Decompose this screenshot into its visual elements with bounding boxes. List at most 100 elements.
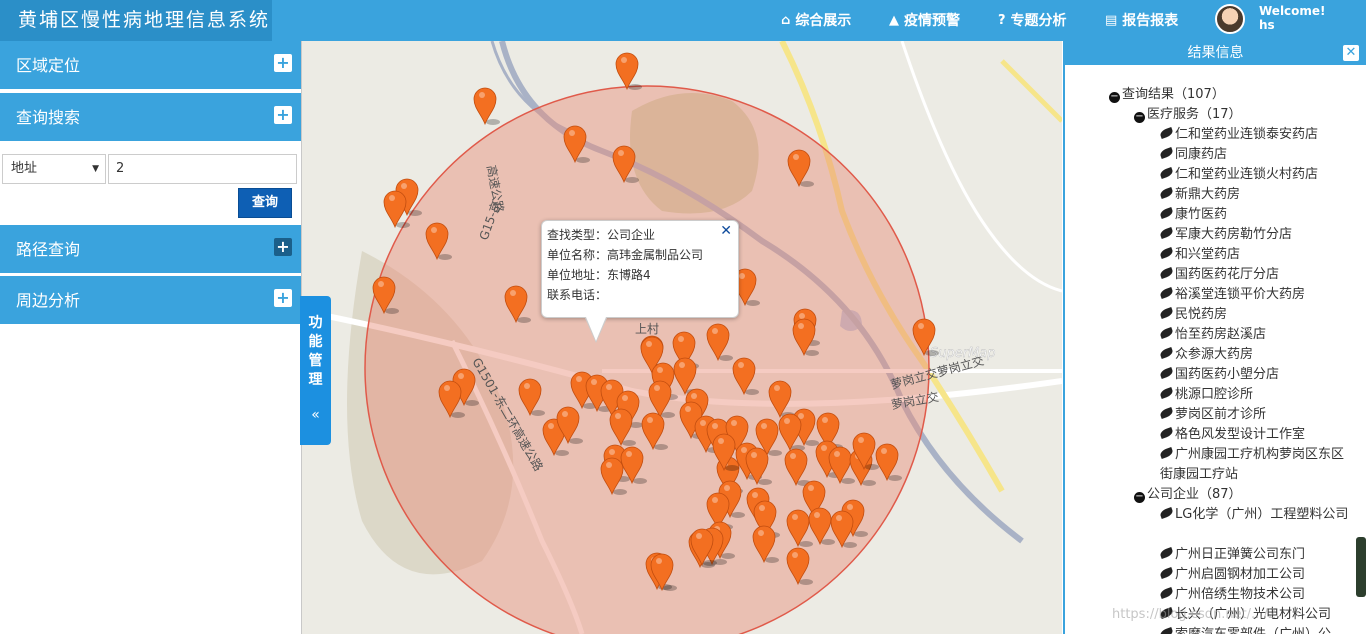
nav-label: 专题分析 — [1010, 12, 1067, 29]
search-input[interactable]: 2 — [108, 154, 297, 184]
info-popup: 查找类型：公司企业 单位名称：高玮金属制品公司 单位地址：东博路4 联系电话： … — [541, 220, 739, 343]
leaf-icon — [1159, 507, 1174, 519]
tree-item[interactable]: 民悦药房 — [1159, 305, 1227, 325]
tree-label: 格色风发型设计工作室 — [1175, 427, 1306, 442]
tree-label: 桃源口腔诊所 — [1175, 387, 1254, 402]
map-view[interactable]: 高速公路 G15-京 G1501-东二环高速公路 萝岗立交萝岗立交 萝岗立交 S… — [302, 41, 1062, 634]
tree-item[interactable]: 广州日正弹簧公司东门 — [1159, 545, 1306, 565]
home-icon: ⌂ — [781, 12, 791, 28]
collapse-icon[interactable]: − — [1109, 92, 1120, 103]
popup-row-name: 单位名称：高玮金属制品公司 — [547, 248, 704, 262]
warning-icon: ▲ — [889, 12, 899, 28]
tree-item[interactable]: 怡至药房赵溪店 — [1159, 325, 1266, 345]
popup-row-type: 查找类型：公司企业 — [547, 228, 656, 242]
function-manage-tab[interactable]: 功能管理 « — [300, 296, 331, 445]
nav-overview[interactable]: ⌂ 综合展示 — [781, 0, 851, 41]
left-panel: 区域定位 + 查询搜索 + 地址 ▼ 2 查询 路径查询 + 周边分析 + — [0, 41, 302, 634]
tree-label: 广州启圆钢材加工公司 — [1175, 567, 1306, 582]
tree-item[interactable]: 国药医药花厅分店 — [1159, 265, 1279, 285]
collapse-icon[interactable]: − — [1134, 492, 1145, 503]
tree-item[interactable]: 同康药店 — [1159, 145, 1228, 165]
search-type-select[interactable]: 地址 ▼ — [2, 154, 106, 184]
leaf-icon — [1159, 427, 1174, 439]
leaf-icon — [1159, 447, 1174, 459]
map-canvas[interactable]: 高速公路 G15-京 G1501-东二环高速公路 萝岗立交萝岗立交 萝岗立交 S… — [302, 41, 1062, 634]
top-header: 黄埔区慢性病地理信息系统 ⌂ 综合展示 ▲ 疫情预警 ? 专题分析 ▤ 报告报表 Wel… — [0, 0, 1366, 41]
page-watermark: https://blog.csdn.net/.../2 — [1112, 607, 1277, 622]
tree-item[interactable]: 军康大药房勒竹分店 — [1159, 225, 1292, 245]
tree-label: 萝岗区前才诊所 — [1175, 407, 1267, 422]
nav-label: 报告报表 — [1122, 12, 1179, 29]
tree-label: 广州倍绣生物技术公司 — [1175, 587, 1306, 602]
tree-item[interactable]: 广州倍绣生物技术公司 — [1159, 585, 1306, 605]
section-route-query[interactable]: 路径查询 + — [0, 225, 301, 275]
tree-item[interactable]: 国药医药小塱分店 — [1159, 365, 1279, 385]
expand-icon[interactable]: + — [274, 106, 292, 124]
expand-icon[interactable]: + — [274, 289, 292, 307]
tree-item[interactable]: 裕溪堂连锁平价大药房 — [1159, 285, 1305, 305]
tree-item[interactable]: 萝岗区前才诊所 — [1159, 405, 1267, 425]
leaf-icon — [1159, 147, 1174, 159]
popup-tail — [586, 317, 606, 341]
close-icon[interactable]: ✕ — [1343, 45, 1359, 61]
app-title: 黄埔区慢性病地理信息系统 — [0, 0, 272, 41]
tree-item[interactable]: 广州启圆钢材加工公司 — [1159, 565, 1306, 585]
tree-label: 查询结果（107） — [1122, 87, 1225, 102]
query-button[interactable]: 查询 — [238, 188, 292, 218]
tree-item[interactable]: 广州康园工疗机构萝岗区东区街康园工疗站 — [1159, 445, 1350, 485]
scrollbar-handle[interactable] — [1356, 537, 1366, 597]
tree-group[interactable]: − 查询结果（107） — [1109, 85, 1225, 105]
results-panel: 结果信息 ✕ − 查询结果（107） − 医疗服务（17） 仁和堂药业连锁泰安药店 同康药… — [1063, 41, 1366, 634]
leaf-icon — [1159, 327, 1174, 339]
map-label: 上村 — [635, 322, 659, 336]
tree-label: 广州日正弹簧公司东门 — [1175, 547, 1306, 562]
tree-label: 同康药店 — [1175, 147, 1228, 162]
tree-item[interactable]: 和兴堂药店 — [1159, 245, 1241, 265]
leaf-icon — [1159, 167, 1174, 179]
tree-item[interactable]: 仁和堂药业连锁火村药店 — [1159, 165, 1318, 185]
leaf-icon — [1159, 347, 1174, 359]
collapse-icon[interactable]: « — [300, 406, 331, 425]
section-label: 路径查询 — [16, 240, 81, 259]
question-icon: ? — [998, 12, 1006, 28]
tree-item[interactable]: 康竹医药 — [1159, 205, 1227, 225]
tree-label: 索摩汽车零部件（广州）公 — [1175, 627, 1331, 634]
leaf-icon — [1159, 287, 1174, 299]
leaf-icon — [1159, 407, 1174, 419]
leaf-icon — [1159, 587, 1174, 599]
leaf-icon — [1159, 207, 1174, 219]
tree-item[interactable]: 众参源大药房 — [1159, 345, 1254, 365]
collapse-icon[interactable]: − — [1134, 112, 1145, 123]
leaf-icon — [1159, 307, 1174, 319]
map-watermark: SuperMap — [930, 346, 996, 361]
tree-label: 和兴堂药店 — [1175, 247, 1241, 262]
tab-label: 功能管理 — [308, 315, 323, 388]
tree-item[interactable]: 仁和堂药业连锁泰安药店 — [1159, 125, 1319, 145]
popup-row-address: 单位地址：东博路4 — [547, 268, 651, 282]
tree-label: 仁和堂药业连锁泰安药店 — [1175, 127, 1319, 142]
section-query-search[interactable]: 查询搜索 + — [0, 93, 301, 143]
nav-topic-analysis[interactable]: ? 专题分析 — [998, 0, 1067, 41]
leaf-icon — [1159, 387, 1174, 399]
expand-icon[interactable]: + — [274, 238, 292, 256]
leaf-icon — [1159, 367, 1174, 379]
section-nearby-analysis[interactable]: 周边分析 + — [0, 276, 301, 326]
close-icon[interactable]: ✕ — [720, 223, 732, 239]
tree-group[interactable]: − 公司企业（87） — [1134, 485, 1242, 505]
nav-epidemic-warning[interactable]: ▲ 疫情预警 — [889, 0, 960, 41]
tree-item[interactable]: 新鼎大药房 — [1159, 185, 1240, 205]
tree-item[interactable]: 格色风发型设计工作室 — [1159, 425, 1306, 445]
report-icon: ▤ — [1105, 12, 1118, 28]
tree-item[interactable]: LG化学（广州）工程塑料公司 — [1159, 505, 1350, 525]
tree-label: 众参源大药房 — [1175, 347, 1254, 362]
section-label: 查询搜索 — [16, 108, 81, 127]
tree-item[interactable]: 索摩汽车零部件（广州）公 — [1159, 625, 1331, 634]
avatar[interactable] — [1215, 4, 1245, 34]
leaf-icon — [1159, 187, 1174, 199]
tree-group[interactable]: − 医疗服务（17） — [1134, 105, 1242, 125]
section-region-locate[interactable]: 区域定位 + — [0, 41, 301, 91]
nav-reports[interactable]: ▤ 报告报表 — [1105, 0, 1178, 41]
select-value: 地址 — [11, 161, 38, 176]
tree-item[interactable]: 桃源口腔诊所 — [1159, 385, 1254, 405]
expand-icon[interactable]: + — [274, 54, 292, 72]
